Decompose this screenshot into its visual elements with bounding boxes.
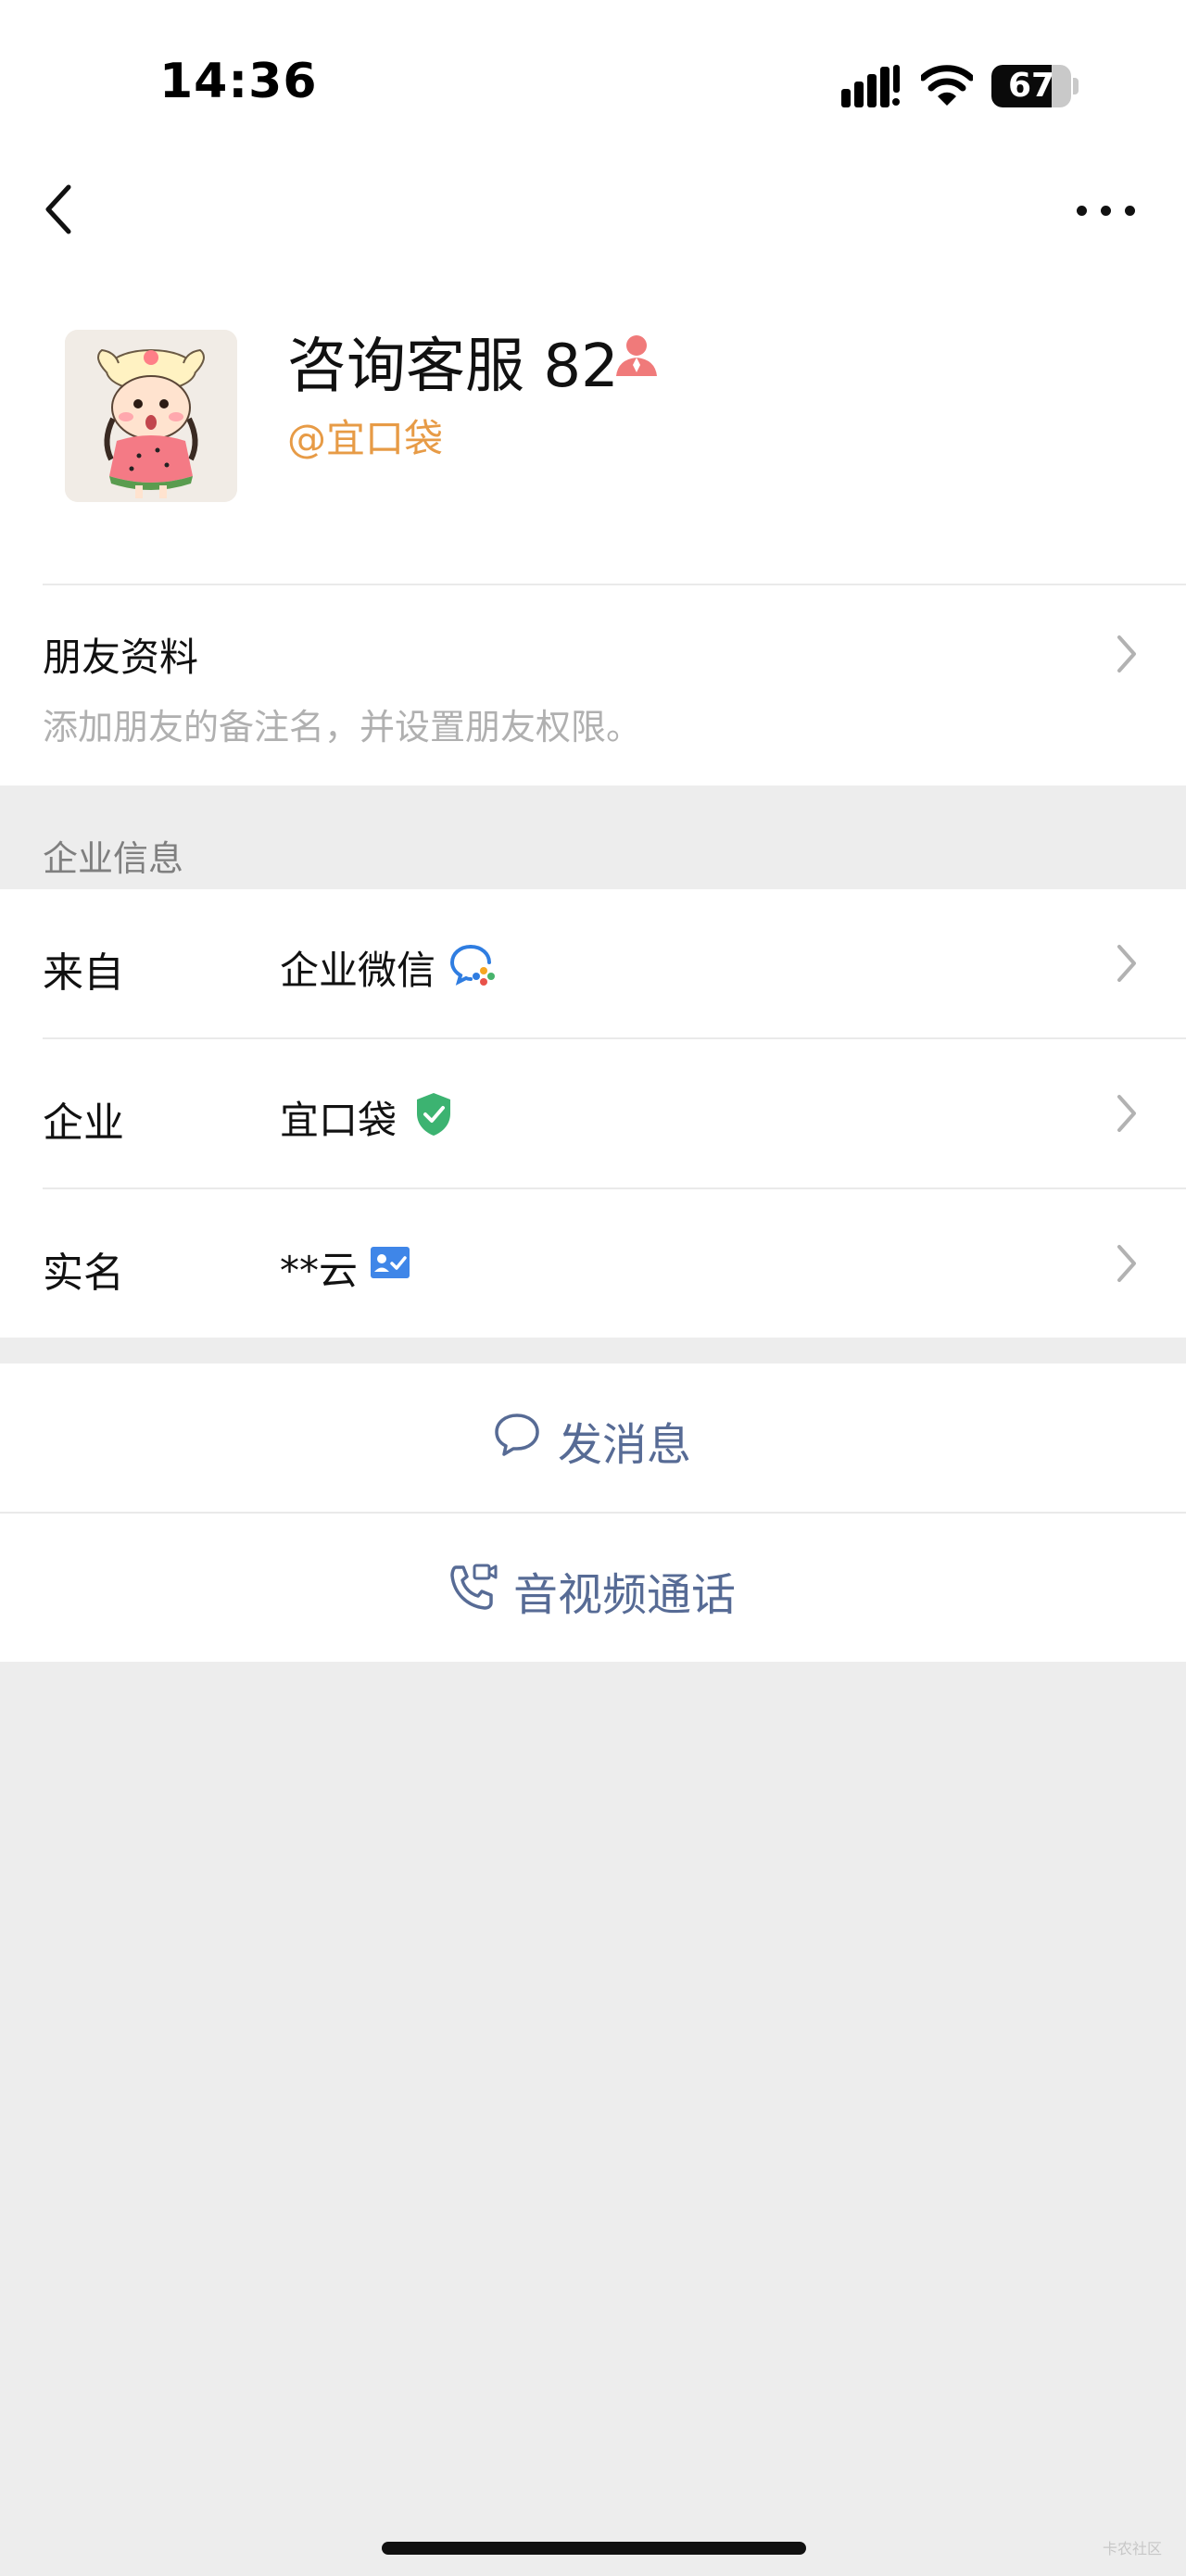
phone-video-icon [450,1564,498,1610]
verified-shield-icon [417,1093,450,1136]
battery-nub [1073,78,1079,94]
contact-profile-page: 14:36 67 咨询客服 82 @宜口袋 朋友资料 添加朋友的备注名，并设置朋… [0,0,1186,2576]
send-message-label: 发消息 [558,1419,692,1471]
contact-name: 咨询客服 82 [287,333,619,401]
row-value: 宜口袋 [280,1098,397,1143]
wecom-icon [450,945,495,986]
action-buttons: 发消息 音视频通话 [0,1363,1186,1662]
row-label: 企业 [43,1100,124,1147]
av-call-label: 音视频通话 [513,1569,737,1621]
friend-info-title: 朋友资料 [43,635,199,680]
av-call-button[interactable]: 音视频通话 [0,1514,1186,1662]
wifi-icon [921,65,973,106]
friend-info-row[interactable]: 朋友资料 添加朋友的备注名，并设置朋友权限。 [0,585,1186,784]
enterprise-row-realname[interactable]: 实名 **云 [0,1189,1186,1338]
chevron-right-icon [1117,635,1136,672]
friend-info-subtitle: 添加朋友的备注名，并设置朋友权限。 [43,707,642,748]
chevron-right-icon [1117,945,1136,982]
avatar-illustration [65,330,237,502]
chevron-right-icon [1117,1245,1136,1282]
status-time: 14:36 [159,54,318,109]
chat-bubble-icon [495,1414,539,1456]
avatar[interactable] [65,330,237,502]
row-label: 实名 [43,1250,124,1297]
row-value: **云 [280,1248,359,1293]
battery-level: 67 [1007,67,1055,105]
send-message-button[interactable]: 发消息 [0,1363,1186,1512]
battery-indicator: 67 [991,65,1071,107]
enterprise-row-source[interactable]: 来自 企业微信 [0,889,1186,1037]
row-label: 来自 [43,949,124,997]
id-card-icon [371,1247,410,1278]
enterprise-row-company[interactable]: 企业 宜口袋 [0,1039,1186,1187]
section-header-enterprise: 企业信息 [43,838,184,879]
watermark-text: 卡农社区 [1103,2540,1163,2557]
cellular-signal-icon [841,65,900,107]
back-button[interactable] [37,182,82,237]
more-options-button[interactable] [1075,191,1140,228]
enterprise-info-list: 来自 企业微信 企业 宜口袋 实名 **云 [0,889,1186,1338]
organization-tag: @宜口袋 [287,416,444,461]
home-indicator[interactable] [382,2542,806,2555]
female-icon [616,335,657,376]
chevron-right-icon [1117,1095,1136,1132]
row-value: 企业微信 [280,948,436,993]
